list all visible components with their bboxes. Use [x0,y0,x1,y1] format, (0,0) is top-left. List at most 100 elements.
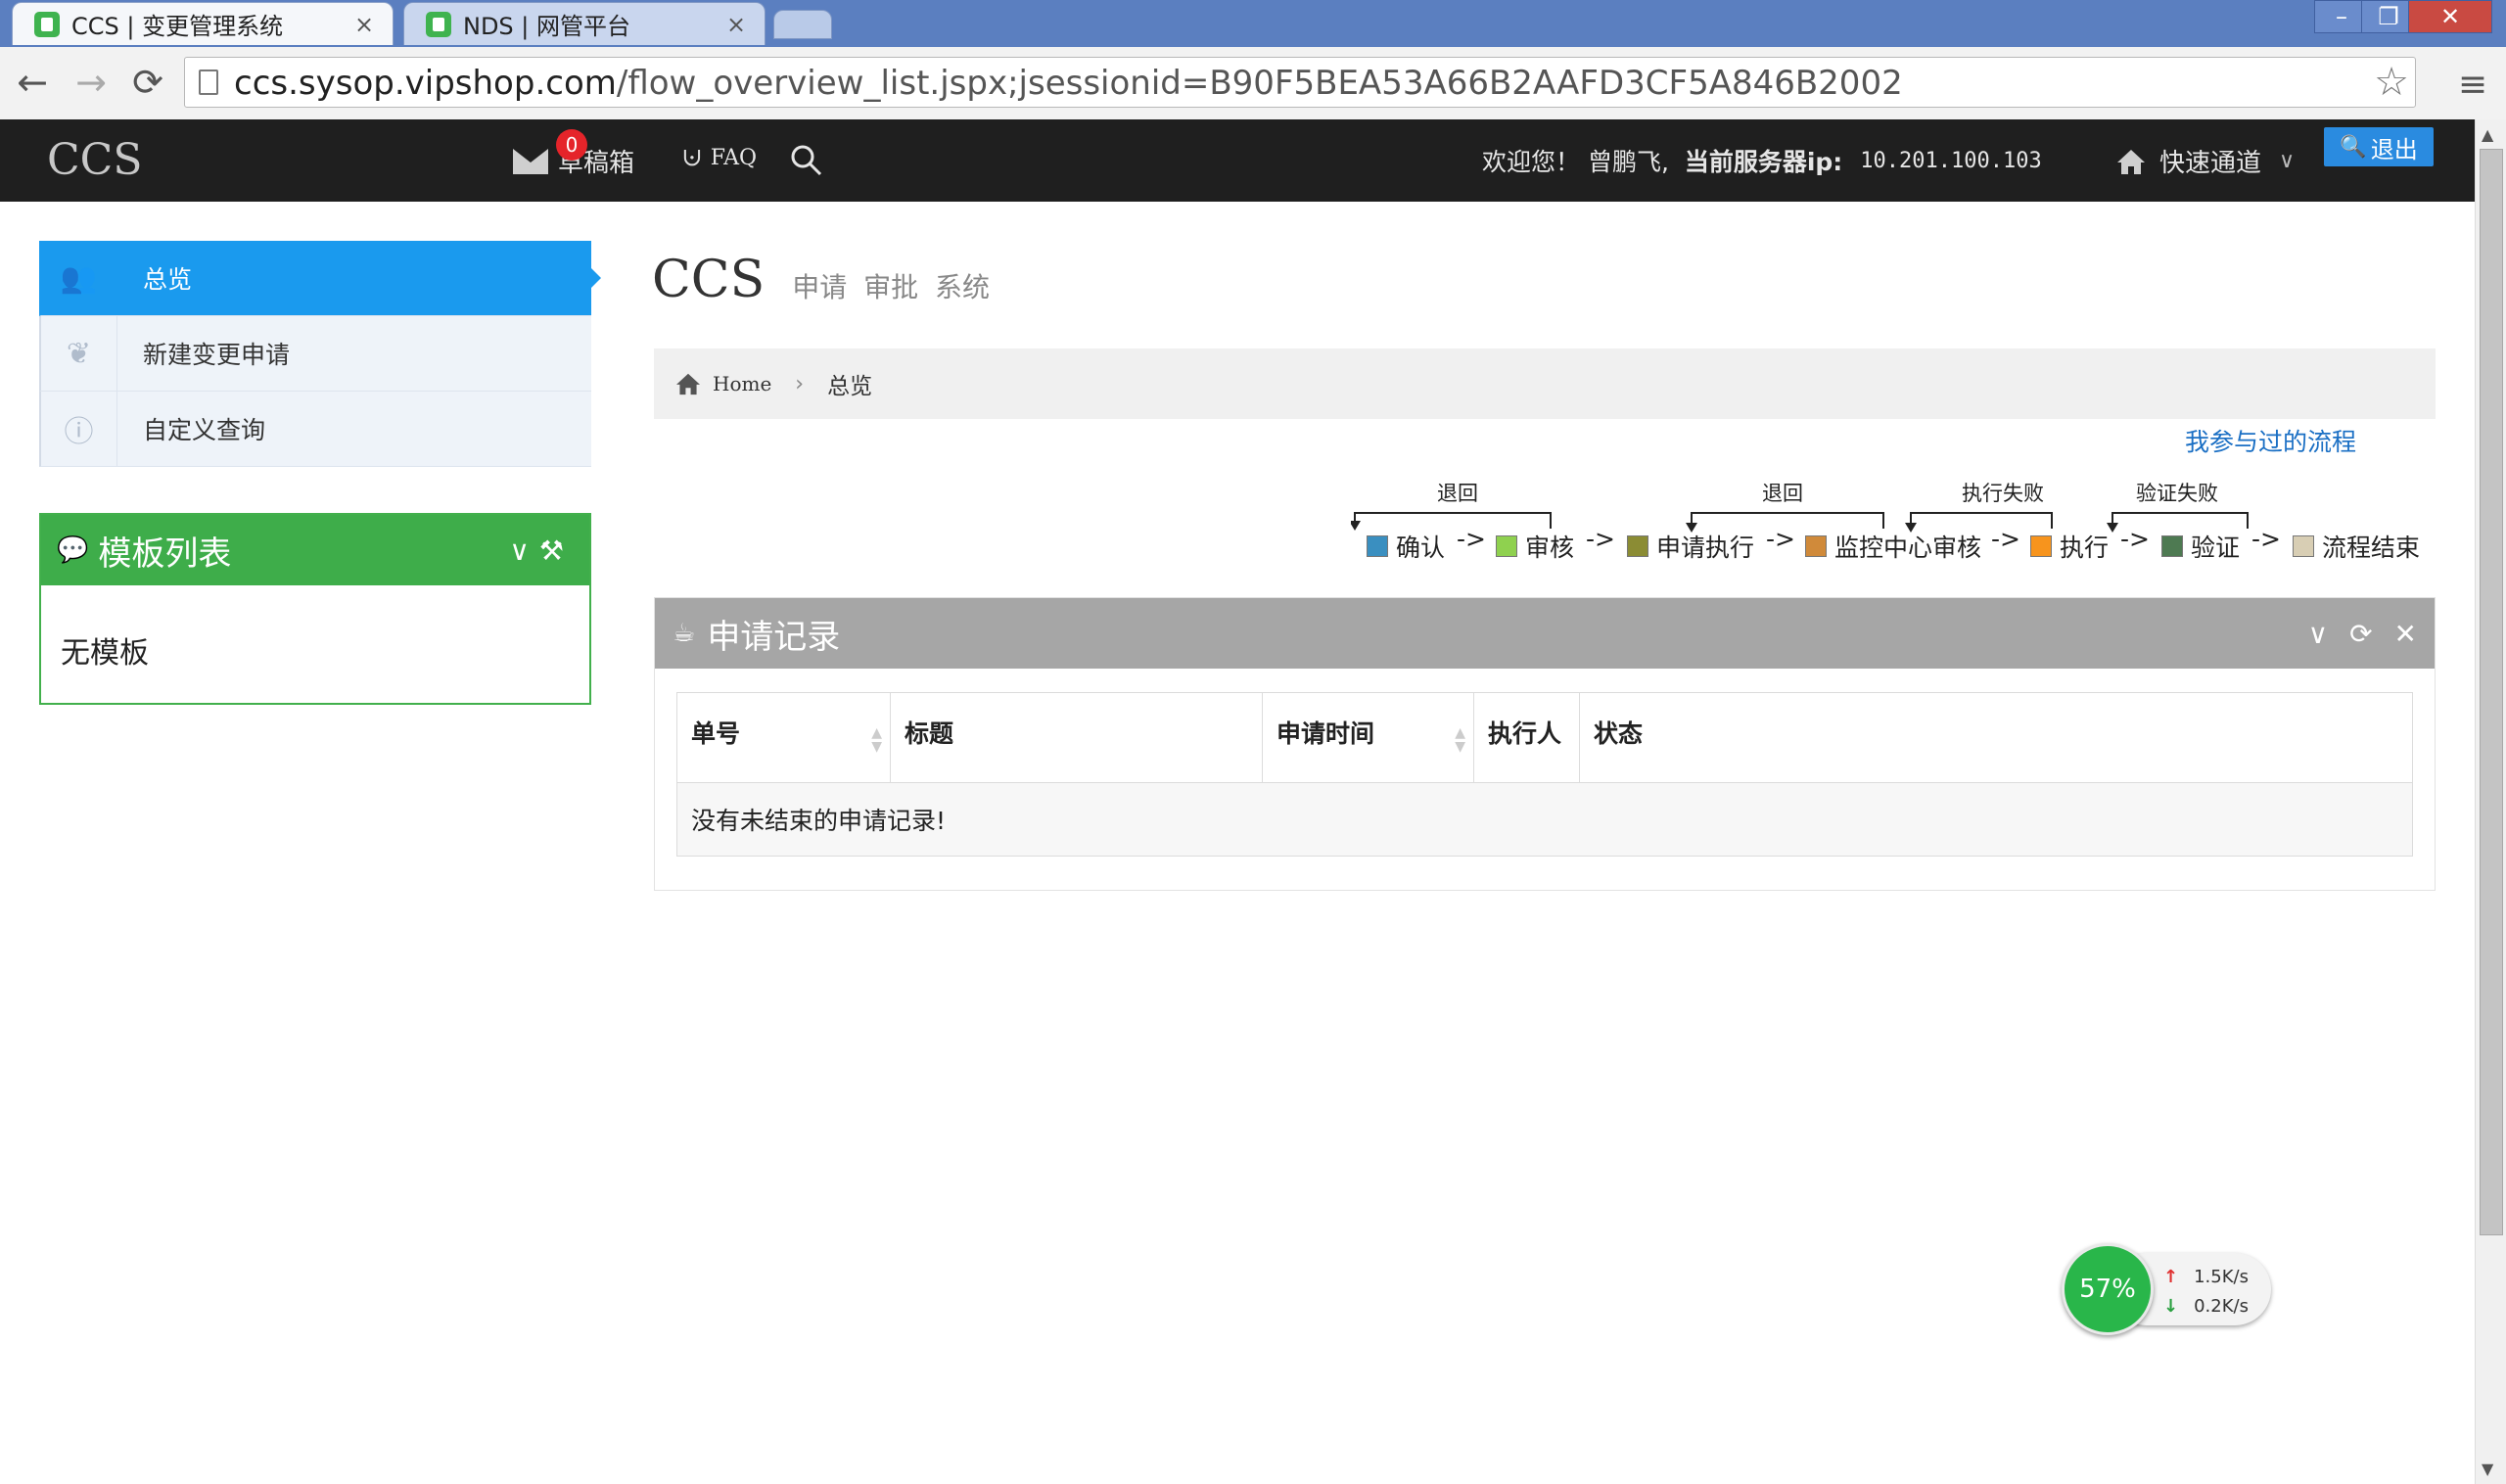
bookmark-star-icon[interactable]: ☆ [2374,60,2409,105]
server-label: 当前服务器ip: [1684,148,1843,176]
flow-step-swatch [1627,535,1648,557]
coffee-icon: ☕ [673,619,696,648]
table-row-empty: 没有未结束的申请记录! [676,782,2413,857]
leaf-icon: ❦ [41,316,117,391]
column-header-title: 标题 [890,692,1263,783]
template-list-box: 💬 模板列表 ∨⚒ 无模板 [39,513,591,705]
template-list-title: 模板列表 [98,533,232,574]
page-icon [199,70,218,95]
forward-arrow-icon[interactable]: → [69,61,114,106]
app-header: CCS 草稿箱 0 ⊍ FAQ 欢迎您！ 曾鹏飞, 当前服务器ip: 10.20… [0,119,2475,202]
logout-label: 退出 [2370,135,2418,163]
brand-logo[interactable]: CCS [47,135,142,185]
tab-close-icon[interactable]: × [723,11,749,38]
reload-icon[interactable]: ⟳ [125,61,170,106]
address-bar[interactable]: ccs.sysop.vipshop.com/flow_overview_list… [184,57,2416,108]
network-speed-widget[interactable]: 57% ↑ 1.5K/s ↓ 0.2K/s [2062,1243,2271,1335]
column-header-number[interactable]: 单号 ▲ ▼ [676,692,891,783]
flow-step-swatch [2030,535,2052,557]
sidebar-item-label: 新建变更申请 [143,341,291,369]
request-records-header: ☕ 申请记录 ∨ ⟳ ✕ [655,598,2435,669]
sort-icon[interactable]: ▲ ▼ [871,726,882,754]
tab-title: CCS | 变更管理系统 [71,13,284,40]
flow-step: 审核 [1496,529,1574,564]
drafts-count-badge: 0 [556,129,587,161]
url-text[interactable]: ccs.sysop.vipshop.com/flow_overview_list… [234,64,1903,103]
browser-tab-ccs[interactable]: CCS | 变更管理系统 × [12,2,394,45]
page-title-text: CCS [652,251,766,309]
search-icon[interactable] [789,143,824,178]
browser-menu-icon[interactable]: ≡ [2453,65,2492,105]
welcome-text: 欢迎您！ 曾鹏飞, 当前服务器ip: 10.201.100.103 [1482,143,2042,178]
flow-loop-label: 退回 [1762,482,1803,505]
server-ip: 10.201.100.103 [1860,148,2042,173]
tab-favicon-icon [426,11,451,37]
sidebar-item-custom-query[interactable]: ⓘ 自定义查询 [39,392,591,467]
empty-message: 没有未结束的申请记录! [676,782,2413,857]
download-speed: ↓ 0.2K/s [2163,1296,2249,1317]
browser-toolbar: ← → ⟳ ccs.sysop.vipshop.com/flow_overvie… [0,47,2506,120]
refresh-icon[interactable]: ⟳ [2349,618,2372,650]
scroll-thumb[interactable] [2480,149,2503,1235]
flow-loop-label: 执行失败 [1962,482,2044,505]
home-icon [2117,149,2145,174]
flow-step-swatch [1496,535,1517,557]
flow-loop-label: 验证失败 [2136,482,2218,505]
new-tab-button[interactable] [773,10,832,39]
browser-tab-nds[interactable]: NDS | 网管平台 × [403,2,766,45]
flow-step-swatch [2161,535,2183,557]
back-arrow-icon[interactable]: ← [10,61,55,106]
page-scrollbar[interactable]: ▲ ▼ [2475,119,2506,1484]
column-header-status: 状态 [1579,692,2413,783]
flow-loop-label: 退回 [1437,482,1478,505]
collapse-chevron-icon[interactable]: ∨ [509,534,539,567]
tab-title: NDS | 网管平台 [463,13,631,40]
logout-button[interactable]: 🔍 退出 [2324,127,2434,166]
chevron-down-icon: ∨ [2279,149,2296,173]
welcome-user: 欢迎您！ 曾鹏飞, [1482,148,1669,176]
breadcrumb-current: 总览 [827,374,873,399]
breadcrumb-home[interactable]: Home [713,372,771,395]
upload-speed: ↑ 1.5K/s [2163,1267,2249,1287]
tab-favicon-icon [34,11,60,37]
home-icon[interactable] [675,372,701,395]
close-icon[interactable]: ✕ [2394,618,2417,650]
quick-channel-label: 快速通道 [2159,149,2262,178]
up-arrow-icon: ↑ [2163,1267,2179,1287]
wrench-icon[interactable]: ⚒ [539,534,574,567]
column-header-executor: 执行人 [1473,692,1580,783]
browser-tab-strip: CCS | 变更管理系统 × NDS | 网管平台 × – ❐ ✕ [0,0,2506,47]
column-header-apply-time[interactable]: 申请时间 ▲ ▼ [1262,692,1474,783]
info-icon: ⓘ [41,392,117,466]
sidebar-item-overview[interactable]: 👥 总览 [39,241,601,316]
template-list-empty: 无模板 [61,636,149,671]
tab-close-icon[interactable]: × [351,11,377,38]
key-icon: 🔍 [2340,134,2367,160]
faq-link[interactable]: ⊍ FAQ [681,143,757,172]
quick-channel-dropdown[interactable]: 快速通道 ∨ [2116,143,2295,179]
sort-icon[interactable]: ▲ ▼ [1455,726,1465,754]
envelope-icon [513,148,548,174]
sidebar-item-label: 总览 [143,265,193,294]
scroll-down-arrow-icon[interactable]: ▼ [2482,1460,2493,1478]
sidebar-item-label: 自定义查询 [143,416,266,444]
request-records-table: 单号 ▲ ▼ 标题 申请时间 ▲ ▼ 执行人 状态 没有未结束的申请记录! [676,692,2413,857]
flow-step: 流程结束 [2293,529,2420,564]
sidebar-item-new-change-request[interactable]: ❦ 新建变更申请 [39,316,591,392]
flow-step: 执行 [2030,529,2109,564]
flow-arrow: -> [1457,525,1486,553]
window-close-button[interactable]: ✕ [2408,0,2492,33]
memory-usage-gauge: 57% [2062,1243,2154,1335]
collapse-chevron-icon[interactable]: ∨ [2308,618,2329,650]
my-participated-flows-link[interactable]: 我参与过的流程 [2185,423,2356,458]
breadcrumb: Home › 总览 [654,348,2436,419]
template-list-header: 💬 模板列表 ∨⚒ [41,515,589,585]
process-flow-legend: 退回 退回 执行失败 验证失败 确认 -> 审核 -> 申请执行 -> 监控中心… [1351,478,2428,576]
scroll-up-arrow-icon[interactable]: ▲ [2482,125,2493,144]
magnet-icon: ⊍ [681,143,703,172]
flow-arrow: -> [2120,525,2150,553]
users-icon: 👥 [41,241,117,315]
flow-step-swatch [1805,535,1827,557]
down-arrow-icon: ↓ [2163,1296,2179,1317]
page-subtitle: 申请 审批 系统 [792,271,991,303]
